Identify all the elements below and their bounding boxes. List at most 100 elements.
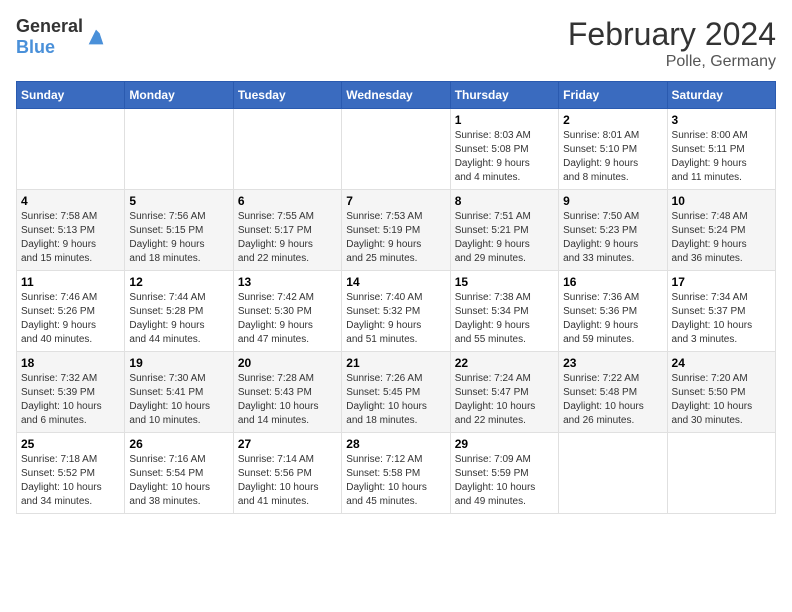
calendar-cell: 22 Sunrise: 7:24 AMSunset: 5:47 PMDayligh…	[450, 352, 558, 433]
page-header: General Blue February 2024 Polle, German…	[16, 16, 776, 71]
day-number: 19	[129, 356, 228, 370]
calendar-cell: 17 Sunrise: 7:34 AMSunset: 5:37 PMDayligh…	[667, 271, 775, 352]
day-number: 12	[129, 275, 228, 289]
day-info: Sunrise: 7:32 AMSunset: 5:39 PMDaylight:…	[21, 372, 120, 428]
day-number: 15	[455, 275, 554, 289]
calendar-cell: 23Sunrise: 7:22 AMSunset: 5:48 PMDayligh…	[559, 352, 667, 433]
day-number: 28	[346, 437, 445, 451]
calendar-cell: 14Sunrise: 7:40 AMSunset: 5:32 PMDayligh…	[342, 271, 450, 352]
calendar-cell: 25 Sunrise: 7:18 AMSunset: 5:52 PMDayligh…	[17, 433, 125, 514]
day-info: Sunrise: 7:36 AMSunset: 5:36 PMDaylight:…	[563, 291, 662, 347]
calendar-cell: 12 Sunrise: 7:44 AMSunset: 5:28 PMDayligh…	[125, 271, 233, 352]
day-number: 1	[455, 113, 554, 127]
day-info: Sunrise: 7:40 AMSunset: 5:32 PMDaylight:…	[346, 291, 445, 347]
logo: General Blue	[16, 16, 107, 58]
calendar-cell: 5 Sunrise: 7:56 AMSunset: 5:15 PMDaylight…	[125, 190, 233, 271]
day-number: 21	[346, 356, 445, 370]
logo-blue: Blue	[16, 37, 55, 57]
calendar-cell: 18 Sunrise: 7:32 AMSunset: 5:39 PMDayligh…	[17, 352, 125, 433]
column-header-friday: Friday	[559, 82, 667, 109]
day-info: Sunrise: 7:38 AMSunset: 5:34 PMDaylight:…	[455, 291, 554, 347]
day-info: Sunrise: 7:42 AMSunset: 5:30 PMDaylight:…	[238, 291, 337, 347]
logo-text: General Blue	[16, 16, 83, 58]
calendar-cell: 15 Sunrise: 7:38 AMSunset: 5:34 PMDayligh…	[450, 271, 558, 352]
day-info: Sunrise: 7:34 AMSunset: 5:37 PMDaylight:…	[672, 291, 771, 347]
calendar-cell: 11 Sunrise: 7:46 AMSunset: 5:26 PMDayligh…	[17, 271, 125, 352]
day-info: Sunrise: 7:22 AMSunset: 5:48 PMDaylight:…	[563, 372, 662, 428]
day-number: 27	[238, 437, 337, 451]
logo-icon	[85, 26, 107, 48]
day-info: Sunrise: 7:44 AMSunset: 5:28 PMDaylight:…	[129, 291, 228, 347]
calendar-cell: 10 Sunrise: 7:48 AMSunset: 5:24 PMDayligh…	[667, 190, 775, 271]
day-number: 24	[672, 356, 771, 370]
day-number: 29	[455, 437, 554, 451]
main-title: February 2024	[568, 16, 776, 53]
calendar-cell: 26 Sunrise: 7:16 AMSunset: 5:54 PMDayligh…	[125, 433, 233, 514]
day-info: Sunrise: 7:09 AMSunset: 5:59 PMDaylight:…	[455, 453, 554, 509]
day-info: Sunrise: 7:12 AMSunset: 5:58 PMDaylight:…	[346, 453, 445, 509]
day-number: 2	[563, 113, 662, 127]
week-row-5: 25 Sunrise: 7:18 AMSunset: 5:52 PMDayligh…	[17, 433, 776, 514]
calendar-cell	[233, 109, 341, 190]
day-info: Sunrise: 7:58 AMSunset: 5:13 PMDaylight:…	[21, 210, 120, 266]
day-number: 16	[563, 275, 662, 289]
calendar-cell	[667, 433, 775, 514]
day-number: 26	[129, 437, 228, 451]
day-info: Sunrise: 7:24 AMSunset: 5:47 PMDaylight:…	[455, 372, 554, 428]
day-number: 25	[21, 437, 120, 451]
calendar-cell	[342, 109, 450, 190]
day-number: 13	[238, 275, 337, 289]
day-number: 18	[21, 356, 120, 370]
calendar-cell: 8 Sunrise: 7:51 AMSunset: 5:21 PMDaylight…	[450, 190, 558, 271]
calendar-cell: 1 Sunrise: 8:03 AMSunset: 5:08 PMDaylight…	[450, 109, 558, 190]
day-number: 5	[129, 194, 228, 208]
calendar-cell	[125, 109, 233, 190]
day-number: 7	[346, 194, 445, 208]
day-info: Sunrise: 7:18 AMSunset: 5:52 PMDaylight:…	[21, 453, 120, 509]
calendar-cell: 4Sunrise: 7:58 AMSunset: 5:13 PMDaylight…	[17, 190, 125, 271]
day-info: Sunrise: 7:16 AMSunset: 5:54 PMDaylight:…	[129, 453, 228, 509]
day-number: 3	[672, 113, 771, 127]
week-row-1: 1 Sunrise: 8:03 AMSunset: 5:08 PMDaylight…	[17, 109, 776, 190]
day-info: Sunrise: 7:51 AMSunset: 5:21 PMDaylight:…	[455, 210, 554, 266]
calendar-cell: 19 Sunrise: 7:30 AMSunset: 5:41 PMDayligh…	[125, 352, 233, 433]
week-row-4: 18 Sunrise: 7:32 AMSunset: 5:39 PMDayligh…	[17, 352, 776, 433]
calendar-cell: 2Sunrise: 8:01 AMSunset: 5:10 PMDaylight…	[559, 109, 667, 190]
calendar-cell: 3 Sunrise: 8:00 AMSunset: 5:11 PMDaylight…	[667, 109, 775, 190]
calendar-cell: 7Sunrise: 7:53 AMSunset: 5:19 PMDaylight…	[342, 190, 450, 271]
day-info: Sunrise: 7:14 AMSunset: 5:56 PMDaylight:…	[238, 453, 337, 509]
calendar-cell: 9Sunrise: 7:50 AMSunset: 5:23 PMDaylight…	[559, 190, 667, 271]
calendar-body: 1 Sunrise: 8:03 AMSunset: 5:08 PMDaylight…	[17, 109, 776, 514]
day-info: Sunrise: 7:28 AMSunset: 5:43 PMDaylight:…	[238, 372, 337, 428]
day-info: Sunrise: 7:46 AMSunset: 5:26 PMDaylight:…	[21, 291, 120, 347]
week-row-2: 4Sunrise: 7:58 AMSunset: 5:13 PMDaylight…	[17, 190, 776, 271]
column-header-sunday: Sunday	[17, 82, 125, 109]
day-number: 10	[672, 194, 771, 208]
calendar-cell: 28 Sunrise: 7:12 AMSunset: 5:58 PMDayligh…	[342, 433, 450, 514]
day-info: Sunrise: 7:55 AMSunset: 5:17 PMDaylight:…	[238, 210, 337, 266]
column-header-tuesday: Tuesday	[233, 82, 341, 109]
day-info: Sunrise: 7:48 AMSunset: 5:24 PMDaylight:…	[672, 210, 771, 266]
calendar-cell: 20 Sunrise: 7:28 AMSunset: 5:43 PMDayligh…	[233, 352, 341, 433]
calendar-cell	[17, 109, 125, 190]
column-header-monday: Monday	[125, 82, 233, 109]
day-number: 8	[455, 194, 554, 208]
day-info: Sunrise: 7:50 AMSunset: 5:23 PMDaylight:…	[563, 210, 662, 266]
logo-general: General	[16, 16, 83, 36]
day-number: 20	[238, 356, 337, 370]
calendar-cell: 24 Sunrise: 7:20 AMSunset: 5:50 PMDayligh…	[667, 352, 775, 433]
day-info: Sunrise: 7:56 AMSunset: 5:15 PMDaylight:…	[129, 210, 228, 266]
day-info: Sunrise: 7:20 AMSunset: 5:50 PMDaylight:…	[672, 372, 771, 428]
calendar-cell: 27 Sunrise: 7:14 AMSunset: 5:56 PMDayligh…	[233, 433, 341, 514]
day-number: 22	[455, 356, 554, 370]
day-info: Sunrise: 8:03 AMSunset: 5:08 PMDaylight:…	[455, 129, 554, 185]
calendar-cell: 29 Sunrise: 7:09 AMSunset: 5:59 PMDayligh…	[450, 433, 558, 514]
day-number: 11	[21, 275, 120, 289]
day-number: 17	[672, 275, 771, 289]
subtitle: Polle, Germany	[568, 53, 776, 71]
column-header-thursday: Thursday	[450, 82, 558, 109]
day-info: Sunrise: 7:30 AMSunset: 5:41 PMDaylight:…	[129, 372, 228, 428]
day-info: Sunrise: 8:00 AMSunset: 5:11 PMDaylight:…	[672, 129, 771, 185]
calendar-header: SundayMondayTuesdayWednesdayThursdayFrid…	[17, 82, 776, 109]
calendar-table: SundayMondayTuesdayWednesdayThursdayFrid…	[16, 81, 776, 514]
